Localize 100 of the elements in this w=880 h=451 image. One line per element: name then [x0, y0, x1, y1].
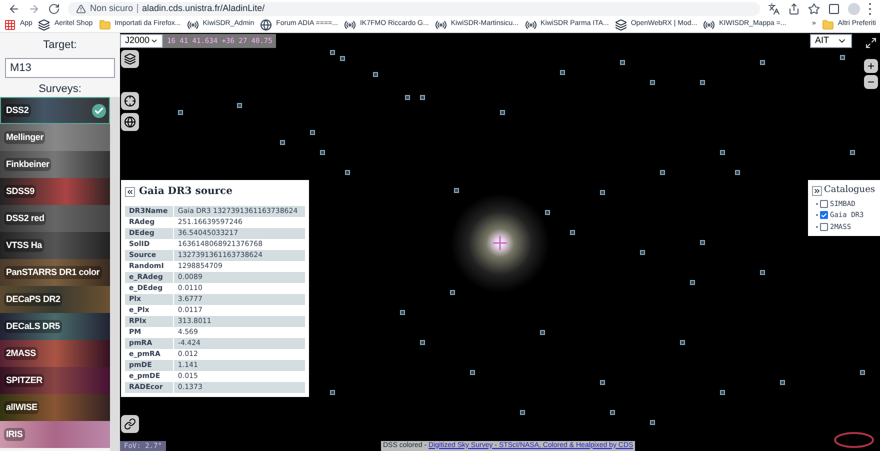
link-button[interactable]: [121, 415, 139, 433]
security-label: Non sicuro: [90, 2, 134, 15]
survey-item[interactable]: SPITZER: [0, 367, 110, 394]
target-input[interactable]: M13: [5, 58, 115, 78]
crosshair-icon: [493, 236, 507, 250]
survey-item[interactable]: DSS2: [0, 97, 110, 124]
survey-item[interactable]: IRIS: [0, 421, 110, 448]
address-bar[interactable]: Non sicuro aladin.cds.unistra.fr/AladinLite/: [68, 2, 760, 16]
source-marker[interactable]: [620, 60, 625, 65]
zoom-in-button[interactable]: +: [864, 59, 878, 73]
source-marker[interactable]: [330, 50, 335, 55]
source-marker[interactable]: [610, 410, 615, 415]
source-marker[interactable]: [310, 130, 315, 135]
source-marker[interactable]: [280, 140, 285, 145]
reload-icon[interactable]: [48, 2, 60, 14]
antenna-icon: [434, 18, 447, 30]
source-marker[interactable]: [345, 170, 350, 175]
source-marker[interactable]: [720, 390, 725, 395]
target-button[interactable]: [121, 92, 139, 110]
globe-icon: [260, 18, 272, 30]
source-marker[interactable]: [760, 270, 765, 275]
source-marker[interactable]: [700, 80, 705, 85]
survey-label: Finkbeiner: [4, 158, 52, 172]
catalogue-checkbox[interactable]: [820, 200, 828, 208]
source-marker[interactable]: [860, 370, 865, 375]
source-marker[interactable]: [640, 250, 645, 255]
survey-item[interactable]: SDSS9: [0, 178, 110, 205]
sky-view[interactable]: [120, 33, 880, 451]
source-marker[interactable]: [700, 240, 705, 245]
survey-item[interactable]: PanSTARRS DR1 color: [0, 259, 110, 286]
source-marker[interactable]: [650, 80, 655, 85]
source-marker[interactable]: [520, 410, 525, 415]
globe-button[interactable]: [121, 113, 139, 131]
source-marker[interactable]: [237, 103, 242, 108]
expand-icon[interactable]: [812, 186, 822, 196]
forward-icon[interactable]: [28, 2, 40, 14]
back-icon[interactable]: [8, 2, 20, 14]
source-marker[interactable]: [420, 340, 425, 345]
source-marker[interactable]: [840, 55, 845, 60]
zoom-out-button[interactable]: −: [864, 75, 878, 89]
source-marker[interactable]: [320, 150, 325, 155]
source-marker[interactable]: [373, 72, 378, 77]
collapse-icon[interactable]: [125, 186, 135, 196]
sidebar-icon[interactable]: [828, 2, 840, 14]
survey-label: Mellinger: [4, 130, 46, 144]
survey-label: VTSS Ha: [4, 238, 44, 252]
translate-icon[interactable]: [768, 2, 780, 14]
survey-item[interactable]: DECaLS DR5: [0, 313, 110, 340]
source-marker[interactable]: [400, 310, 405, 315]
projection-select[interactable]: AIT: [810, 34, 852, 48]
survey-item[interactable]: Finkbeiner: [0, 151, 110, 178]
catalogue-checkbox[interactable]: [820, 211, 828, 220]
frame-select[interactable]: J2000: [120, 34, 163, 48]
source-marker[interactable]: [720, 150, 725, 155]
antenna-icon: [524, 18, 537, 30]
survey-label: SDSS9: [4, 184, 36, 198]
star-icon[interactable]: [808, 2, 820, 14]
source-marker[interactable]: [680, 340, 685, 345]
source-marker[interactable]: [500, 110, 505, 115]
antenna-icon: [186, 18, 199, 30]
menu-icon[interactable]: [868, 2, 872, 14]
source-marker[interactable]: [560, 70, 565, 75]
source-marker[interactable]: [760, 60, 765, 65]
source-marker[interactable]: [330, 390, 335, 395]
survey-item[interactable]: VTSS Ha: [0, 232, 110, 259]
survey-label: SPITZER: [4, 374, 44, 388]
warning-icon: [76, 4, 86, 14]
survey-label: DSS2 red: [4, 212, 46, 226]
source-marker[interactable]: [600, 190, 605, 195]
survey-item[interactable]: DECaPS DR2: [0, 286, 110, 313]
source-marker[interactable]: [735, 170, 740, 175]
survey-label: DSS2: [4, 104, 31, 118]
antenna-icon: [344, 18, 356, 30]
source-marker[interactable]: [470, 370, 475, 375]
source-marker[interactable]: [690, 280, 695, 285]
survey-item[interactable]: 2MASS: [0, 340, 110, 367]
survey-item[interactable]: DSS2 red: [0, 205, 110, 232]
source-marker[interactable]: [545, 210, 550, 215]
source-marker[interactable]: [600, 380, 605, 385]
source-marker[interactable]: [570, 230, 575, 235]
source-marker[interactable]: [405, 95, 410, 100]
antenna-icon: [703, 18, 716, 30]
catalogue-checkbox[interactable]: [820, 222, 828, 231]
survey-item[interactable]: Mellinger: [0, 124, 110, 151]
source-marker[interactable]: [780, 380, 785, 385]
source-marker[interactable]: [650, 420, 655, 425]
source-marker[interactable]: [178, 110, 183, 115]
selected-check-icon: [92, 104, 106, 118]
source-marker[interactable]: [454, 188, 459, 193]
source-marker[interactable]: [450, 290, 455, 295]
source-marker[interactable]: [660, 170, 665, 175]
share-icon[interactable]: [788, 2, 800, 14]
source-marker[interactable]: [340, 56, 345, 61]
survey-item[interactable]: allWISE: [0, 394, 110, 421]
source-marker[interactable]: [850, 150, 855, 155]
scrollbar[interactable]: [110, 97, 120, 451]
fullscreen-icon[interactable]: [865, 37, 877, 49]
source-marker[interactable]: [420, 95, 425, 100]
layers-button[interactable]: [121, 50, 139, 68]
source-marker[interactable]: [540, 330, 545, 335]
